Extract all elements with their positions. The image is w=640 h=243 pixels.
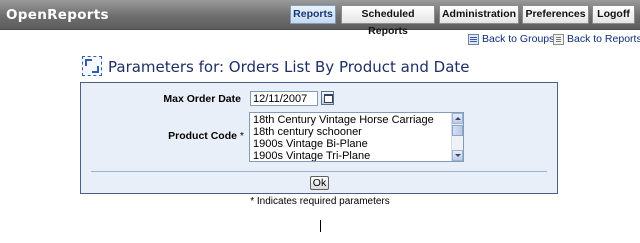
scroll-down-icon[interactable] [452, 150, 463, 161]
listbox-option[interactable]: 18th century schooner [253, 126, 362, 138]
nav-scheduled-reports-button[interactable]: Scheduled Reports [341, 5, 435, 37]
required-marker: * [239, 130, 244, 142]
scroll-up-icon[interactable] [452, 113, 463, 124]
app-logo: OpenReports [6, 7, 109, 23]
parameters-icon [82, 56, 102, 76]
listbox-scrollbar[interactable] [451, 113, 463, 161]
listbox-option[interactable]: 1900s Vintage Tri-Plane [253, 150, 370, 161]
nav-logoff-button[interactable]: Logoff [592, 5, 635, 24]
nav-reports-button[interactable]: Reports [290, 5, 336, 24]
max-order-date-input[interactable] [250, 91, 318, 106]
required-note: * Indicates required parameters [250, 196, 390, 207]
listbox-option[interactable]: 18th Century Vintage Horse Carriage [253, 114, 434, 126]
back-links: Back to Groups Back to Reports [468, 33, 640, 47]
ok-button[interactable]: Ok [310, 176, 329, 190]
nav-administration-button[interactable]: Administration [439, 5, 519, 24]
back-to-groups-link[interactable]: Back to Groups [482, 33, 554, 45]
max-order-date-label-text: Max Order Date [163, 93, 241, 105]
top-navigation-bar: OpenReports Reports Scheduled Reports Ad… [0, 0, 640, 37]
form-divider [91, 171, 547, 172]
list-icon [468, 34, 479, 45]
max-order-date-label: Max Order Date [81, 93, 241, 105]
page-title: Parameters for: Orders List By Product a… [108, 58, 470, 76]
scroll-thumb[interactable] [452, 125, 463, 136]
text-cursor [320, 220, 321, 232]
document-icon [553, 34, 564, 45]
nav-preferences-button[interactable]: Preferences [522, 5, 589, 24]
parameters-form: Max Order Date Product Code * 18th Centu… [80, 82, 558, 194]
back-to-reports-link[interactable]: Back to Reports [567, 33, 640, 45]
listbox-option[interactable]: 1900s Vintage Bi-Plane [253, 138, 368, 150]
product-code-label: Product Code * [81, 130, 244, 142]
product-code-label-text: Product Code [168, 130, 237, 142]
calendar-icon[interactable] [321, 91, 334, 105]
product-code-listbox[interactable]: 18th Century Vintage Horse Carriage 18th… [249, 112, 464, 162]
